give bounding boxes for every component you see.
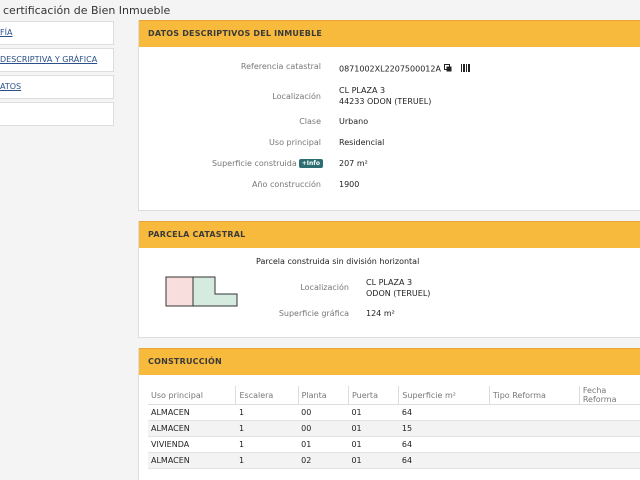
construccion-table: Uso principal Escalera Planta Puerta Sup… bbox=[148, 386, 640, 469]
datos-descriptivos-panel: DATOS DESCRIPTIVOS DEL INMUEBLE Referenc… bbox=[138, 20, 640, 211]
parcela-subtitle: Parcela construida sin división horizont… bbox=[256, 257, 420, 266]
copy-icon[interactable] bbox=[444, 64, 452, 74]
cell-fecha-reforma bbox=[579, 420, 640, 437]
page-title: certificación de Bien Inmueble bbox=[3, 4, 171, 17]
table-row: ALMACEN 1 02 01 64 bbox=[148, 452, 640, 469]
cell-puerta: 01 bbox=[348, 452, 399, 469]
parcela-panel: PARCELA CATASTRAL Parcela construida sin… bbox=[138, 221, 640, 338]
cell-puerta: 01 bbox=[348, 436, 399, 453]
col-puerta: Puerta bbox=[347, 386, 399, 405]
col-uso: Uso principal bbox=[148, 386, 236, 405]
cell-escalera: 1 bbox=[235, 436, 299, 453]
cell-escalera: 1 bbox=[235, 420, 299, 437]
parcel-map[interactable] bbox=[165, 276, 239, 312]
cell-planta: 01 bbox=[298, 436, 349, 453]
col-superficie: Superficie m² bbox=[398, 386, 490, 405]
col-escalera: Escalera bbox=[235, 386, 299, 405]
cell-fecha-reforma bbox=[579, 452, 640, 469]
table-row: ALMACEN 1 00 01 64 bbox=[148, 404, 640, 421]
parcela-localizacion-label: Localización bbox=[300, 283, 349, 292]
construccion-header: CONSTRUCCIÓN bbox=[139, 348, 640, 375]
cell-tipo-reforma bbox=[489, 404, 580, 421]
sidebar-item-consulta-descriptiva[interactable]: DESCRIPTIVA Y GRÁFICA bbox=[0, 48, 114, 72]
cell-uso: ALMACEN bbox=[148, 452, 236, 469]
clase-value: Urbano bbox=[339, 117, 369, 126]
localizacion-line2: 44233 ODON (TERUEL) bbox=[339, 97, 432, 106]
cell-superficie: 64 bbox=[398, 436, 490, 453]
cell-uso: ALMACEN bbox=[148, 420, 236, 437]
uso-label: Uso principal bbox=[269, 138, 321, 147]
cell-superficie: 64 bbox=[398, 404, 490, 421]
cell-fecha-reforma bbox=[579, 436, 640, 453]
cell-uso: VIVIENDA bbox=[148, 436, 236, 453]
sidebar-item-empty[interactable] bbox=[0, 102, 114, 126]
parcela-superficie-label: Superficie gráfica bbox=[278, 309, 349, 318]
cell-planta: 00 bbox=[298, 420, 349, 437]
parcela-header: PARCELA CATASTRAL bbox=[139, 221, 640, 248]
parcela-localizacion-line1: CL PLAZA 3 bbox=[366, 278, 413, 287]
cell-tipo-reforma bbox=[489, 452, 580, 469]
ref-value-row: 0871002XL2207500012A bbox=[339, 64, 471, 74]
cell-superficie: 15 bbox=[398, 420, 490, 437]
cell-superficie: 64 bbox=[398, 452, 490, 469]
cell-tipo-reforma bbox=[489, 420, 580, 437]
cell-planta: 02 bbox=[298, 452, 349, 469]
anio-value: 1900 bbox=[339, 180, 360, 189]
localizacion-label: Localización bbox=[272, 92, 321, 101]
anio-label: Año construcción bbox=[252, 180, 321, 189]
datos-header: DATOS DESCRIPTIVOS DEL INMUEBLE bbox=[139, 20, 640, 47]
uso-value: Residencial bbox=[339, 138, 385, 147]
superficie-value: 207 m² bbox=[339, 159, 368, 168]
col-tipo-reforma: Tipo Reforma bbox=[488, 386, 580, 405]
parcela-superficie-value: 124 m² bbox=[366, 309, 395, 318]
cell-fecha-reforma bbox=[579, 404, 640, 421]
info-badge[interactable]: +Info bbox=[298, 159, 323, 168]
localizacion-line1: CL PLAZA 3 bbox=[339, 86, 386, 95]
ref-label: Referencia catastral bbox=[240, 62, 321, 71]
sidebar-item-datos[interactable]: ATOS bbox=[0, 75, 114, 99]
table-row: ALMACEN 1 00 01 15 bbox=[148, 420, 640, 437]
cell-puerta: 01 bbox=[348, 404, 399, 421]
col-fecha-reforma: Fecha Reforma bbox=[578, 386, 640, 405]
construccion-panel: CONSTRUCCIÓN Uso principal Escalera Plan… bbox=[138, 348, 640, 480]
table-header-row: Uso principal Escalera Planta Puerta Sup… bbox=[148, 386, 640, 405]
cell-planta: 00 bbox=[298, 404, 349, 421]
sidebar-nav: FÍA DESCRIPTIVA Y GRÁFICA ATOS bbox=[0, 21, 114, 129]
ref-value: 0871002XL2207500012A bbox=[339, 64, 441, 74]
clase-label: Clase bbox=[299, 117, 321, 126]
cell-escalera: 1 bbox=[235, 452, 299, 469]
sidebar-item-cartografia[interactable]: FÍA bbox=[0, 21, 114, 45]
cell-escalera: 1 bbox=[235, 404, 299, 421]
col-planta: Planta bbox=[297, 386, 349, 405]
superficie-label-row: Superficie construida +Info bbox=[212, 159, 323, 168]
table-row: VIVIENDA 1 01 01 64 bbox=[148, 436, 640, 453]
barcode-icon[interactable] bbox=[461, 64, 471, 74]
parcela-localizacion-line2: ODON (TERUEL) bbox=[366, 289, 431, 298]
cell-tipo-reforma bbox=[489, 436, 580, 453]
cell-puerta: 01 bbox=[348, 420, 399, 437]
cell-uso: ALMACEN bbox=[148, 404, 236, 421]
superficie-label: Superficie construida bbox=[211, 159, 297, 168]
